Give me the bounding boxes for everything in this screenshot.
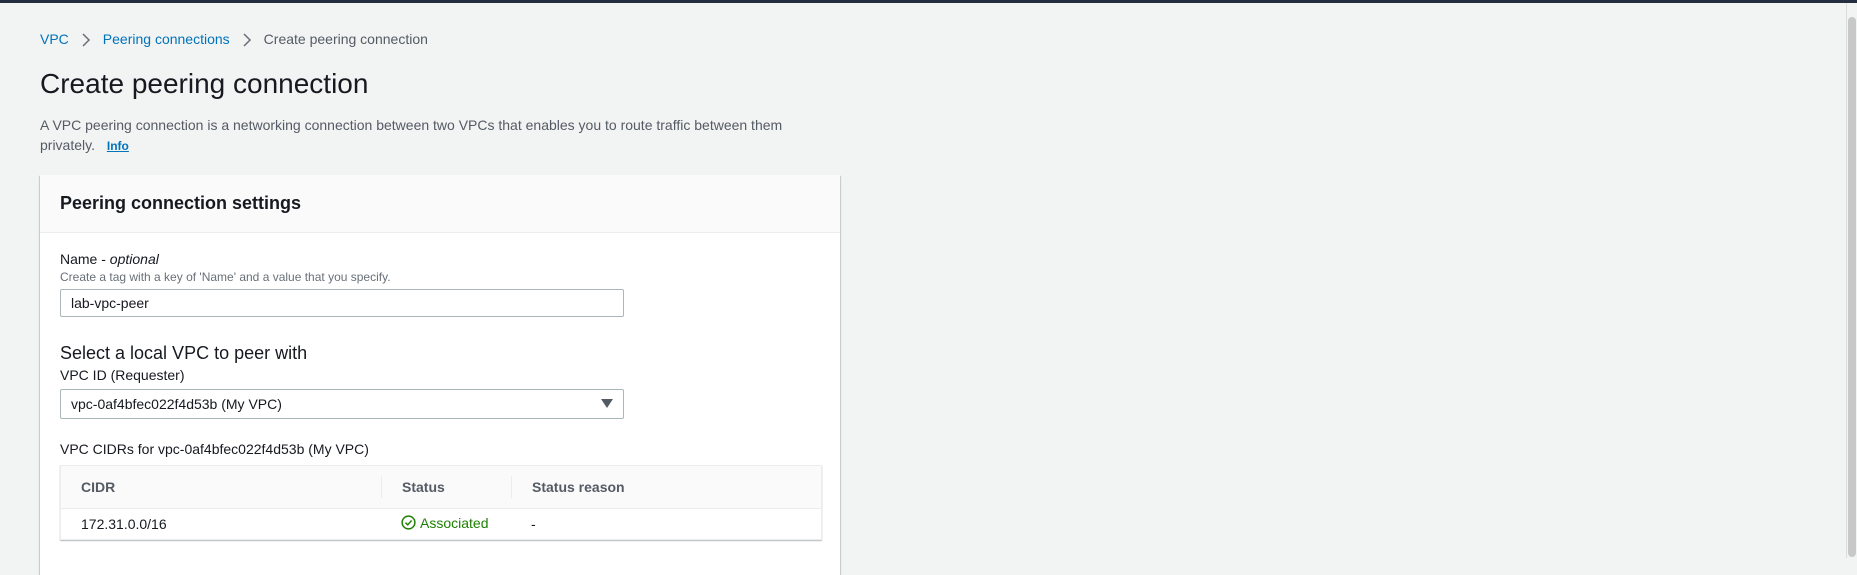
status-reason-cell: - xyxy=(531,516,536,532)
optional-label: optional xyxy=(109,251,159,267)
page-title: Create peering connection xyxy=(40,68,369,99)
status-cell: Associated xyxy=(381,515,511,534)
panel-body: Name - optional Create a tag with a key … xyxy=(40,233,840,540)
vpc-id-selected-value: vpc-0af4bfec022f4d53b (My VPC) xyxy=(71,396,282,412)
column-header-cidr: CIDR xyxy=(81,479,116,495)
column-header-status: Status xyxy=(381,476,511,498)
caret-down-icon xyxy=(601,399,613,408)
cidr-cell: 172.31.0.0/16 xyxy=(81,516,167,532)
info-link[interactable]: Info xyxy=(107,139,129,153)
page-scrollbar[interactable] xyxy=(1846,3,1857,558)
breadcrumb-current: Create peering connection xyxy=(263,31,428,47)
table-row: 172.31.0.0/16 Associated - xyxy=(61,509,821,539)
panel-title: Peering connection settings xyxy=(40,175,840,233)
peering-settings-panel: Peering connection settings Name - optio… xyxy=(40,175,840,575)
top-bar xyxy=(0,0,1857,3)
cidr-table-header: CIDR Status Status reason xyxy=(61,466,821,509)
page-description: A VPC peering connection is a networking… xyxy=(40,115,840,156)
local-vpc-section-title: Select a local VPC to peer with xyxy=(60,343,308,363)
breadcrumb-peering-connections-link[interactable]: Peering connections xyxy=(103,31,230,47)
chevron-right-icon xyxy=(75,31,97,47)
status-text: Associated xyxy=(420,514,489,531)
chevron-right-icon xyxy=(236,31,258,47)
breadcrumb-vpc-link[interactable]: VPC xyxy=(40,31,69,47)
breadcrumb: VPC Peering connections Create peering c… xyxy=(40,28,840,50)
name-field-hint: Create a tag with a key of 'Name' and a … xyxy=(60,270,391,284)
vpc-id-select[interactable]: vpc-0af4bfec022f4d53b (My VPC) xyxy=(60,389,624,419)
vpc-cidrs-label: VPC CIDRs for vpc-0af4bfec022f4d53b (My … xyxy=(60,441,369,457)
scrollbar-thumb[interactable] xyxy=(1848,17,1856,557)
check-circle-icon xyxy=(401,515,416,530)
name-input[interactable]: lab-vpc-peer xyxy=(60,289,624,317)
status-badge: Associated xyxy=(401,515,488,531)
column-header-status-reason: Status reason xyxy=(511,476,821,498)
name-label-text: Name - xyxy=(60,251,110,267)
name-field-label: Name - optional xyxy=(60,249,820,269)
vpc-id-label: VPC ID (Requester) xyxy=(60,367,185,383)
page-content: VPC Peering connections Create peering c… xyxy=(40,28,840,156)
cidr-table: CIDR Status Status reason 172.31.0.0/16 … xyxy=(60,465,822,540)
page-description-text: A VPC peering connection is a networking… xyxy=(40,117,783,153)
